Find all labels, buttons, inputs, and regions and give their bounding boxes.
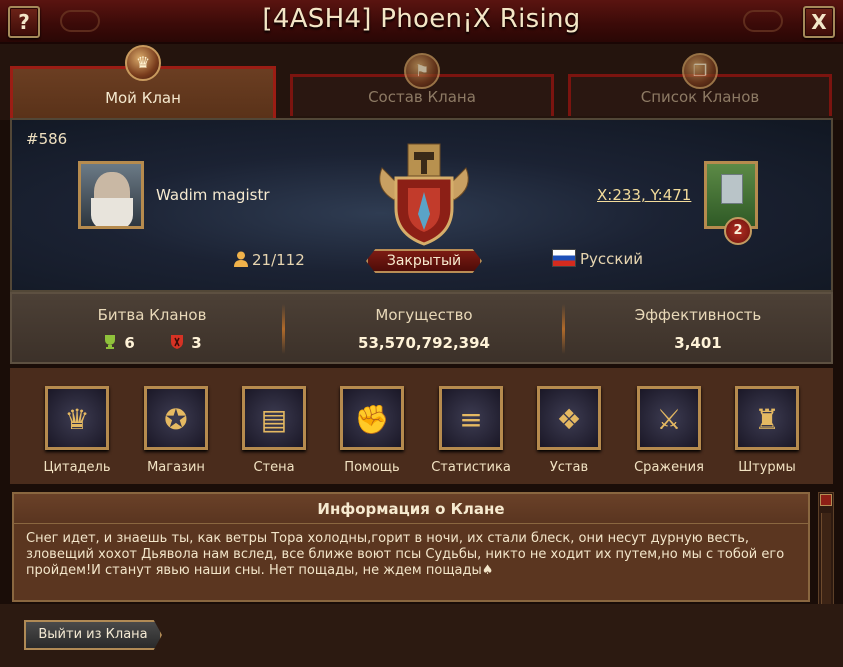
stat-power: Могущество 53,570,792,394 <box>294 306 554 352</box>
language-label: Русский <box>580 250 643 268</box>
leave-clan-button[interactable]: Выйти из Клана <box>24 620 162 650</box>
action-label: Статистика <box>431 460 511 475</box>
citadel-icon: ♛ <box>45 386 109 450</box>
window-title: [4ASH4] Phoen¡X Rising <box>262 4 581 34</box>
castle-level-badge: 2 <box>724 217 752 245</box>
efficiency-value: 3,401 <box>674 334 722 352</box>
action-label: Помощь <box>344 460 400 475</box>
avatar-beard <box>91 198 133 226</box>
member-count: 21/112 <box>234 251 305 269</box>
crown-icon: ♛ <box>125 45 161 81</box>
tab-clan-members[interactable]: ⚑ Состав Клана <box>290 53 554 116</box>
clan-info-box: Информация о Клане Снег идет, и знаешь т… <box>12 492 810 602</box>
action-wall[interactable]: ▤ Стена <box>229 386 319 475</box>
clan-crest-icon[interactable] <box>372 138 476 248</box>
action-label: Цитадель <box>43 460 111 475</box>
stat-label: Битва Кланов <box>97 306 207 324</box>
clan-rank: #586 <box>26 130 68 148</box>
tab-label: Список Кланов <box>640 88 760 106</box>
title-bar: [4ASH4] Phoen¡X Rising ? X <box>0 0 843 44</box>
action-label: Штурмы <box>738 460 796 475</box>
battle-wins: 6 <box>124 334 135 352</box>
action-help[interactable]: ✊ Помощь <box>327 386 417 475</box>
book-icon: ❐ <box>682 53 718 89</box>
axe-icon: ⚔ <box>637 386 701 450</box>
scroll-icon: ≡ <box>439 386 503 450</box>
stat-efficiency: Эффективность 3,401 <box>568 306 828 352</box>
action-label: Сражения <box>634 460 704 475</box>
close-button[interactable]: X <box>803 6 835 38</box>
siege-icon: ♜ <box>735 386 799 450</box>
action-shop[interactable]: ✪ Магазин <box>131 386 221 475</box>
divider <box>282 304 285 354</box>
action-label: Устав <box>549 460 589 475</box>
clan-actions-grid: ♛ Цитадель ✪ Магазин ▤ Стена ✊ Помощь ≡ … <box>10 368 833 484</box>
action-citadel[interactable]: ♛ Цитадель <box>32 386 122 475</box>
leader-avatar[interactable] <box>78 161 144 229</box>
help-fist-icon: ✊ <box>340 386 404 450</box>
help-button[interactable]: ? <box>8 6 40 38</box>
tab-label: Мой Клан <box>105 89 181 107</box>
trophy-icon <box>105 335 116 349</box>
tower-icon <box>721 174 743 204</box>
battle-record: 6 3 <box>22 334 282 352</box>
tab-clan-list[interactable]: ❐ Список Кланов <box>568 53 832 116</box>
user-icon <box>234 251 248 267</box>
info-title: Информация о Клане <box>14 494 808 524</box>
scroll-up-icon[interactable] <box>820 494 832 506</box>
stat-clan-battle: Битва Кланов 6 3 <box>22 306 282 352</box>
broken-shield-icon <box>171 335 184 349</box>
tab-label: Состав Клана <box>368 88 476 106</box>
action-charter[interactable]: ❖ Устав <box>524 386 614 475</box>
member-count-value: 21/112 <box>252 251 305 269</box>
clan-language: Русский <box>552 249 643 268</box>
charter-icon: ❖ <box>537 386 601 450</box>
leader-name[interactable]: Wadim magistr <box>156 186 270 204</box>
action-sieges[interactable]: ♜ Штурмы <box>722 386 812 475</box>
action-label: Стена <box>253 460 295 475</box>
banner-icon: ⚑ <box>404 53 440 89</box>
battle-losses: 3 <box>191 334 202 352</box>
stat-label: Могущество <box>375 306 473 324</box>
clan-status-badge: Закрытый <box>366 249 482 273</box>
power-value: 53,570,792,394 <box>358 334 490 352</box>
action-battles[interactable]: ⚔ Сражения <box>624 386 714 475</box>
russian-flag-icon <box>552 249 576 267</box>
tab-my-clan[interactable]: ♛ Мой Клан <box>10 45 276 118</box>
shop-icon: ✪ <box>144 386 208 450</box>
clan-overview-panel: #586 Wadim magistr X:233, Y:471 2 21/112… <box>10 118 833 292</box>
action-label: Магазин <box>147 460 205 475</box>
clan-stats-strip: Битва Кланов 6 3 Могущество 53,570,792,3… <box>10 292 833 364</box>
stat-label: Эффективность <box>634 306 762 324</box>
clan-coordinates-link[interactable]: X:233, Y:471 <box>597 186 691 204</box>
tab-bar: ♛ Мой Клан ⚑ Состав Клана ❐ Список Клано… <box>0 44 843 120</box>
info-text: Снег идет, и знаешь ты, как ветры Тора х… <box>26 531 785 578</box>
divider <box>562 304 565 354</box>
wall-icon: ▤ <box>242 386 306 450</box>
action-statistics[interactable]: ≡ Статистика <box>426 386 516 475</box>
